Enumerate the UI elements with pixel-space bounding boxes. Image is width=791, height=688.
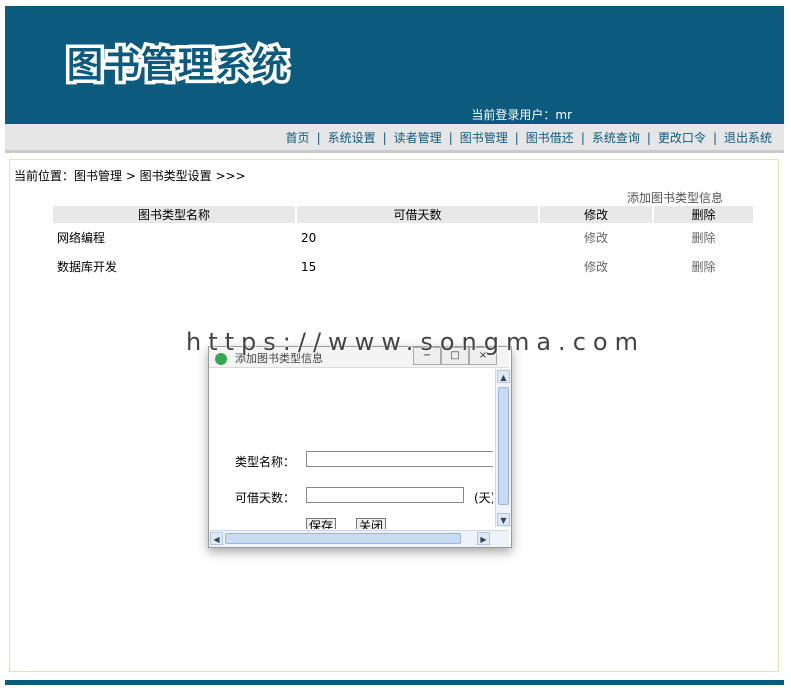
nav-item-change-password[interactable]: 更改口令 xyxy=(658,129,706,146)
borrow-days-cell: 15 xyxy=(301,259,317,274)
nav-separator: | xyxy=(448,130,453,145)
watermark-text: https://www.songma.com xyxy=(186,328,645,356)
table-row: 网络编程 20 修改 删除 xyxy=(53,223,753,252)
vertical-scroll-thumb[interactable] xyxy=(498,387,509,505)
nav-separator: | xyxy=(580,130,585,145)
edit-link[interactable]: 修改 xyxy=(540,223,652,252)
header-type-name: 图书类型名称 xyxy=(53,206,295,223)
nav-item-system-query[interactable]: 系统查询 xyxy=(592,129,640,146)
borrow-days-label: 可借天数： xyxy=(235,491,296,505)
horizontal-scrollbar[interactable]: ◀ ▶ xyxy=(209,530,509,547)
dialog-body: 类型名称： 可借天数： (天) 保存 关闭 xyxy=(209,369,493,529)
nav-item-borrow-return[interactable]: 图书借还 xyxy=(526,129,574,146)
borrow-days-input[interactable] xyxy=(306,487,464,503)
nav-item-home[interactable]: 首页 xyxy=(286,129,310,146)
type-name-label: 类型名称： xyxy=(235,455,296,469)
footer-bar xyxy=(5,680,784,685)
edit-link[interactable]: 修改 xyxy=(540,252,652,281)
breadcrumb: 当前位置：图书管理 > 图书类型设置 >>> xyxy=(14,169,246,183)
nav-bar: 首页 | 系统设置 | 读者管理 | 图书管理 | 图书借还 | 系统查询 | … xyxy=(5,124,784,153)
type-name-cell: 网络编程 xyxy=(57,231,106,245)
delete-link[interactable]: 删除 xyxy=(654,252,753,281)
login-user: mr xyxy=(555,108,572,122)
type-name-input[interactable] xyxy=(306,451,493,467)
header-edit: 修改 xyxy=(540,206,652,223)
vertical-scrollbar[interactable]: ▲ ▼ xyxy=(495,369,511,527)
nav-item-logout[interactable]: 退出系统 xyxy=(724,129,772,146)
nav-separator: | xyxy=(712,130,717,145)
scroll-down-icon[interactable]: ▼ xyxy=(497,513,510,526)
login-info: 当前登录用户：mr xyxy=(471,106,572,123)
add-type-dialog: 添加图书类型信息 − □ × 类型名称： 可借天数： (天) 保存 关闭 ▲ ▼… xyxy=(208,346,512,548)
table-header-row: 图书类型名称 可借天数 修改 删除 xyxy=(53,206,753,223)
scroll-right-icon[interactable]: ▶ xyxy=(477,532,490,545)
nav-item-system-settings[interactable]: 系统设置 xyxy=(328,129,376,146)
header-borrow-days: 可借天数 xyxy=(297,206,538,223)
delete-link[interactable]: 删除 xyxy=(654,223,753,252)
type-name-cell: 数据库开发 xyxy=(57,260,118,274)
header-banner: 图书管理系统 当前登录用户：mr xyxy=(5,6,784,124)
days-unit: (天) xyxy=(474,491,493,505)
nav-separator: | xyxy=(646,130,651,145)
nav-separator: | xyxy=(382,130,387,145)
nav-separator: | xyxy=(316,130,321,145)
add-book-type-link[interactable]: 添加图书类型信息 xyxy=(627,189,723,206)
close-button[interactable]: 关闭 xyxy=(356,518,387,529)
login-label: 当前登录用户： xyxy=(471,108,556,122)
nav-list: 首页 | 系统设置 | 读者管理 | 图书管理 | 图书借还 | 系统查询 | … xyxy=(286,129,772,146)
nav-separator: | xyxy=(514,130,519,145)
save-button[interactable]: 保存 xyxy=(306,518,337,529)
nav-item-reader-management[interactable]: 读者管理 xyxy=(394,129,442,146)
borrow-days-cell: 20 xyxy=(301,230,317,245)
scroll-up-icon[interactable]: ▲ xyxy=(497,370,510,383)
scroll-left-icon[interactable]: ◀ xyxy=(210,532,223,545)
table-row: 数据库开发 15 修改 删除 xyxy=(53,252,753,281)
book-type-table: 图书类型名称 可借天数 修改 删除 网络编程 20 修改 删除 数据库开发 15… xyxy=(51,206,755,281)
horizontal-scroll-thumb[interactable] xyxy=(225,533,461,544)
nav-item-book-management[interactable]: 图书管理 xyxy=(460,129,508,146)
header-delete: 删除 xyxy=(654,206,753,223)
app-logo: 图书管理系统 xyxy=(63,42,291,90)
